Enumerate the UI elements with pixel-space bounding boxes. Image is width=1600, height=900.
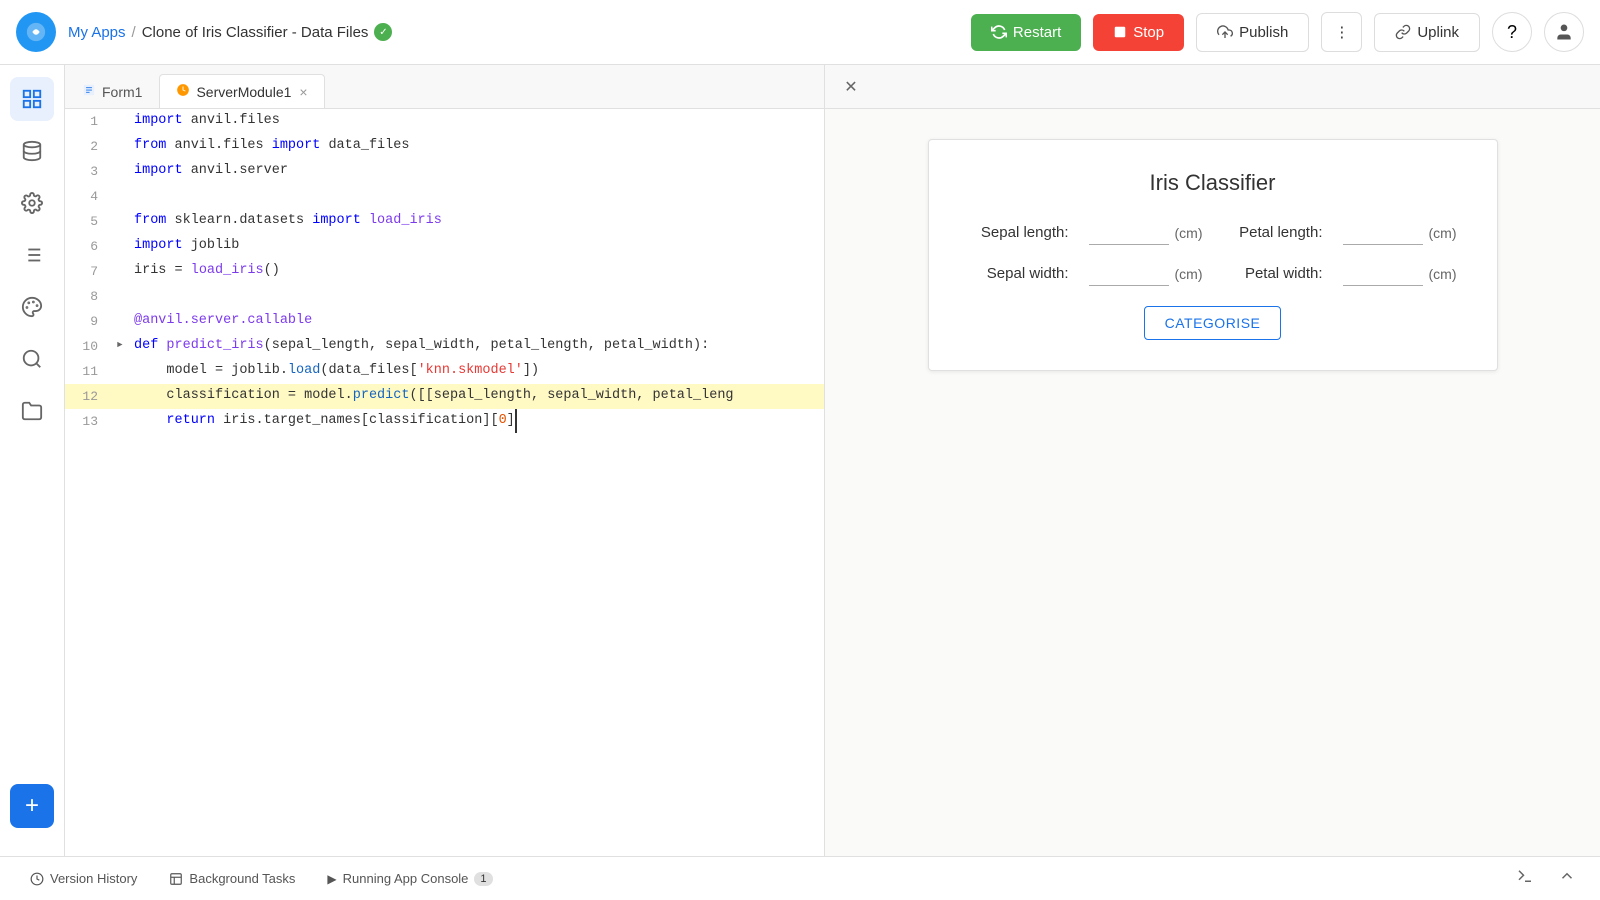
tab-form1-label: Form1 <box>102 84 142 100</box>
tab-servermodule1[interactable]: ServerModule1 × <box>159 74 324 108</box>
sepal-length-label: Sepal length: <box>969 224 1069 241</box>
preview-header: ✕ <box>825 65 1600 109</box>
uplink-button[interactable]: Uplink <box>1374 13 1480 52</box>
code-line-2: 2 from anvil.files import data_files <box>65 134 824 159</box>
editor-area: Form1 ServerModule1 × 1 import anvil.fil… <box>65 65 825 856</box>
console-label: Running App Console <box>343 871 469 886</box>
help-button[interactable]: ? <box>1492 12 1532 52</box>
close-preview-button[interactable]: ✕ <box>837 73 865 101</box>
categorise-button[interactable]: CATEGORISE <box>1144 306 1282 340</box>
user-button[interactable] <box>1544 12 1584 52</box>
version-history-label: Version History <box>50 871 137 886</box>
app-name: Clone of Iris Classifier - Data Files <box>142 24 369 41</box>
tab-bar: Form1 ServerModule1 × <box>65 65 824 109</box>
code-editor[interactable]: 1 import anvil.files 2 from anvil.files … <box>65 109 824 856</box>
sepal-length-unit: (cm) <box>1175 225 1203 241</box>
code-line-4: 4 <box>65 184 824 209</box>
publish-button[interactable]: Publish <box>1196 13 1309 52</box>
terminal-button[interactable] <box>1508 863 1542 894</box>
petal-width-unit: (cm) <box>1429 266 1457 282</box>
stop-label: Stop <box>1133 24 1164 41</box>
tab-close-button[interactable]: × <box>299 84 307 100</box>
more-options-button[interactable]: ⋮ <box>1321 12 1362 52</box>
sidebar-bottom: + <box>10 784 54 844</box>
petal-width-input[interactable] <box>1343 261 1423 286</box>
topbar: My Apps / Clone of Iris Classifier - Dat… <box>0 0 1600 65</box>
console-badge: 1 <box>474 872 492 886</box>
sidebar-item-list[interactable] <box>10 233 54 277</box>
uplink-label: Uplink <box>1417 24 1459 41</box>
tab-servermodule1-label: ServerModule1 <box>196 84 291 100</box>
preview-content: Iris Classifier Sepal length: (cm) Petal… <box>825 109 1600 856</box>
code-line-12: 12 classification = model.predict([[sepa… <box>65 384 824 409</box>
code-line-11: 11 model = joblib.load(data_files['knn.s… <box>65 359 824 384</box>
code-line-7: 7 iris = load_iris() <box>65 259 824 284</box>
status-indicator: ✓ <box>374 23 392 41</box>
sidebar-item-settings[interactable] <box>10 181 54 225</box>
console-arrow-icon: ▶ <box>327 872 336 886</box>
bottom-tab-version-history[interactable]: Version History <box>16 865 151 892</box>
collapse-button[interactable] <box>1550 863 1584 894</box>
breadcrumb-separator: / <box>132 24 136 41</box>
preview-panel: ✕ Iris Classifier Sepal length: (cm) Pet… <box>825 65 1600 856</box>
restart-button[interactable]: Restart <box>971 14 1081 51</box>
sepal-width-input[interactable] <box>1089 261 1169 286</box>
stop-button[interactable]: Stop <box>1093 14 1184 51</box>
restart-label: Restart <box>1013 24 1061 41</box>
sepal-width-input-group: (cm) <box>1089 261 1203 286</box>
app-logo[interactable] <box>16 12 56 52</box>
code-line-6: 6 import joblib <box>65 234 824 259</box>
code-line-10: 10 ▸ def predict_iris(sepal_length, sepa… <box>65 334 824 359</box>
petal-width-input-group: (cm) <box>1343 261 1457 286</box>
app-title: Iris Classifier <box>969 170 1457 196</box>
add-button[interactable]: + <box>10 784 54 828</box>
sepal-width-unit: (cm) <box>1175 266 1203 282</box>
petal-width-label: Petal width: <box>1223 265 1323 282</box>
main-content: + Form1 ServerModule1 <box>0 65 1600 856</box>
code-line-13: 13 return iris.target_names[classificati… <box>65 409 824 434</box>
my-apps-link[interactable]: My Apps <box>68 24 126 41</box>
bottom-right-controls <box>1508 863 1584 894</box>
form-row-2: Sepal width: (cm) Petal width: (cm) <box>969 261 1457 286</box>
bottom-tab-console[interactable]: ▶ Running App Console 1 <box>313 865 506 892</box>
sidebar-item-search[interactable] <box>10 337 54 381</box>
sidebar-item-components[interactable] <box>10 77 54 121</box>
petal-length-input[interactable] <box>1343 220 1423 245</box>
tab-form1[interactable]: Form1 <box>65 74 159 108</box>
server-icon <box>176 83 190 100</box>
sidebar-item-assets[interactable] <box>10 389 54 433</box>
petal-length-label: Petal length: <box>1223 224 1323 241</box>
sepal-length-input-group: (cm) <box>1089 220 1203 245</box>
bottom-bar: Version History Background Tasks ▶ Runni… <box>0 856 1600 900</box>
code-line-3: 3 import anvil.server <box>65 159 824 184</box>
petal-length-input-group: (cm) <box>1343 220 1457 245</box>
breadcrumb: My Apps / Clone of Iris Classifier - Dat… <box>68 23 392 41</box>
form-row-1: Sepal length: (cm) Petal length: (cm) <box>969 220 1457 245</box>
app-card: Iris Classifier Sepal length: (cm) Petal… <box>928 139 1498 371</box>
background-tasks-label: Background Tasks <box>189 871 295 886</box>
code-line-5: 5 from sklearn.datasets import load_iris <box>65 209 824 234</box>
sidebar: + <box>0 65 65 856</box>
code-line-9: 9 @anvil.server.callable <box>65 309 824 334</box>
publish-label: Publish <box>1239 24 1288 41</box>
sepal-length-input[interactable] <box>1089 220 1169 245</box>
code-line-8: 8 <box>65 284 824 309</box>
petal-length-unit: (cm) <box>1429 225 1457 241</box>
bottom-tab-background-tasks[interactable]: Background Tasks <box>155 865 309 892</box>
sidebar-item-theme[interactable] <box>10 285 54 329</box>
code-line-1: 1 import anvil.files <box>65 109 824 134</box>
sepal-width-label: Sepal width: <box>969 265 1069 282</box>
sidebar-item-database[interactable] <box>10 129 54 173</box>
form-icon <box>82 83 96 100</box>
